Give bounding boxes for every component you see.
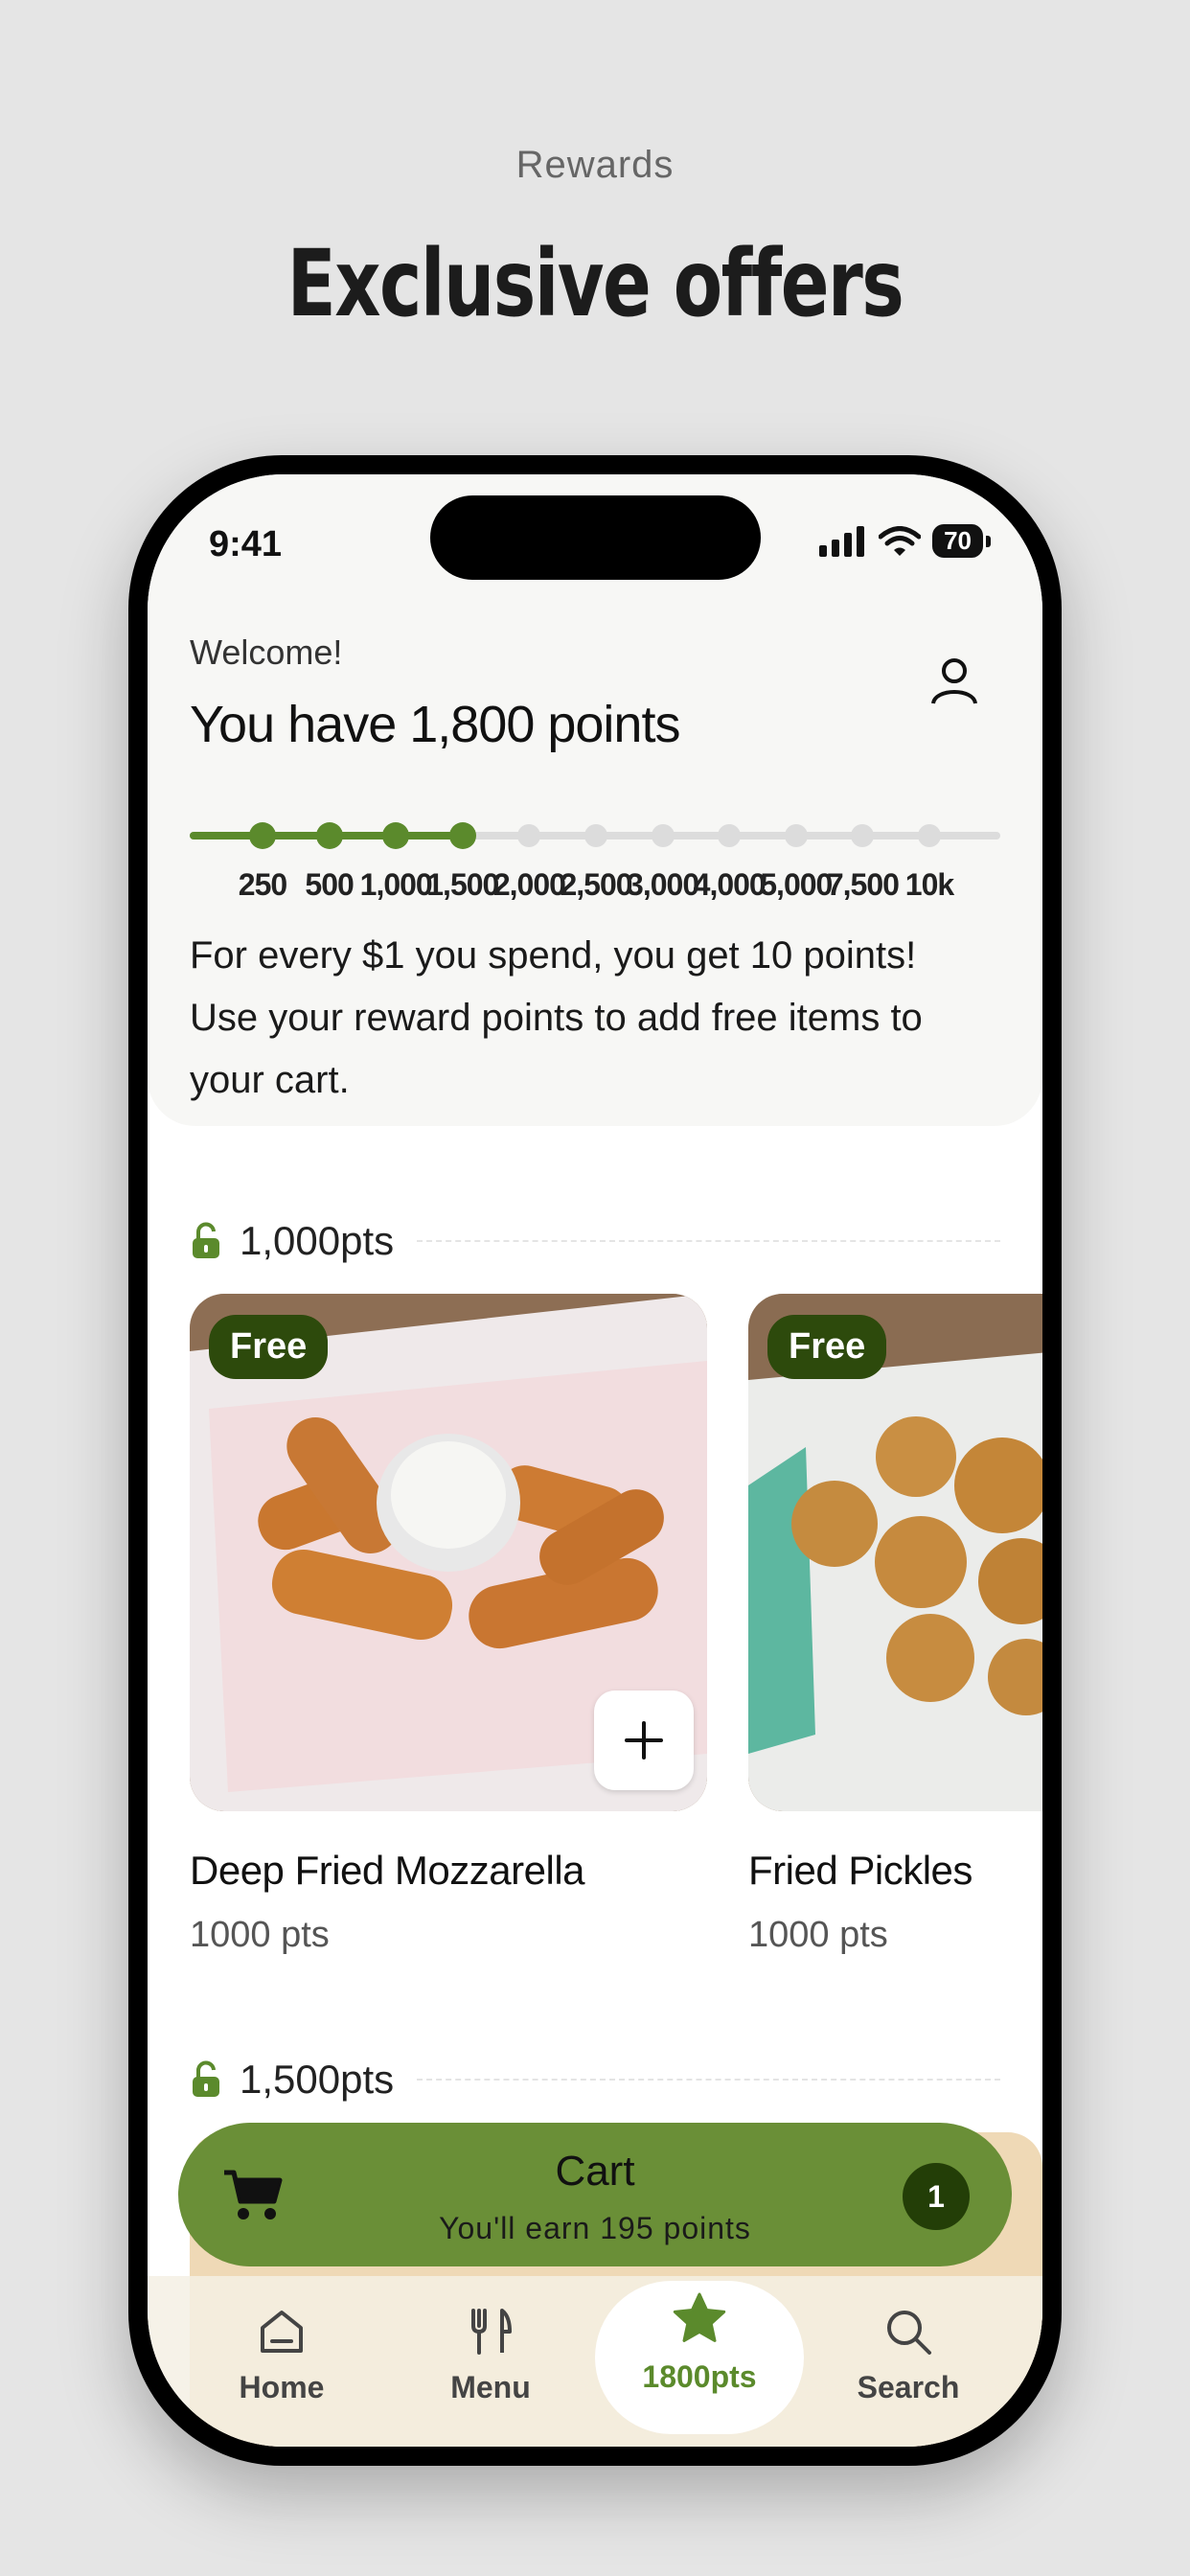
food-image[interactable]: Free	[748, 1294, 1042, 1811]
tier-header-1000: 1,000pts	[190, 1217, 1000, 1265]
promo-subtitle: Rewards	[515, 144, 675, 186]
add-to-cart-button[interactable]	[594, 1690, 694, 1790]
progress-milestone-dot	[651, 824, 675, 847]
progress-milestone-label: 1,000	[359, 867, 433, 902]
cart-earn-text: You'll earn 195 points	[439, 2211, 751, 2245]
cart-title: Cart	[555, 2148, 635, 2195]
points-progress	[190, 810, 1000, 867]
fork-knife-icon	[471, 2309, 512, 2355]
phone-frame: Welcome! You have 1,800 points 250 500 1,0…	[128, 455, 1062, 2466]
tier-divider	[417, 2079, 1000, 2081]
progress-milestone-label: 3,000	[627, 867, 699, 902]
progress-milestone-label: 4,000	[693, 867, 767, 902]
points-description: For every $1 you spend, you get 10 point…	[190, 934, 923, 1101]
promo-title: Exclusive offers	[286, 230, 904, 337]
cart-count-badge: 1	[903, 2163, 970, 2230]
progress-milestone-dot	[918, 824, 941, 847]
plus-icon	[625, 1721, 663, 1760]
progress-milestone-label: 1,500	[426, 867, 499, 902]
welcome-text: Welcome!	[190, 632, 343, 672]
free-badge: Free	[209, 1315, 329, 1379]
tier-label: 1,000pts	[240, 1218, 395, 1263]
signal-icon	[819, 525, 865, 557]
food-image[interactable]: Free	[190, 1294, 707, 1811]
progress-milestone-dot	[851, 824, 875, 847]
progress-milestone-dot	[448, 822, 476, 849]
unlock-icon	[193, 1222, 219, 1258]
search-icon	[887, 2311, 931, 2355]
tab-label: Home	[239, 2370, 325, 2404]
battery-indicator: 70	[932, 524, 991, 558]
app-screen: Welcome! You have 1,800 points 250 500 1,0…	[148, 474, 1042, 2447]
tab-menu[interactable]: Menu	[395, 2295, 586, 2447]
progress-milestone-dot	[315, 822, 343, 849]
progress-milestone-label: 500	[305, 867, 354, 902]
progress-milestone-dot	[382, 822, 410, 849]
progress-milestone-label: 7,500	[826, 867, 900, 902]
dynamic-island	[430, 495, 761, 580]
status-icons: 70	[819, 524, 991, 558]
item-points: 1000 pts	[190, 1915, 330, 1955]
points-balance: You have 1,800 points	[190, 696, 680, 753]
tab-bar: Home Menu 1800pts Search	[148, 2276, 1042, 2447]
progress-milestone-dot	[584, 824, 607, 847]
progress-milestone-label: 2,500	[560, 867, 632, 902]
tab-label: Search	[857, 2370, 960, 2404]
cart-bar[interactable]: Cart You'll earn 195 points 1	[178, 2123, 1012, 2266]
tab-home[interactable]: Home	[186, 2295, 378, 2447]
profile-icon[interactable]	[926, 652, 983, 709]
progress-milestone-dot	[517, 824, 541, 847]
progress-milestone-dot	[784, 824, 808, 847]
tab-label: 1800pts	[642, 2359, 757, 2394]
tab-search[interactable]: Search	[812, 2295, 1004, 2447]
free-badge: Free	[767, 1315, 887, 1379]
wifi-icon	[879, 525, 922, 556]
reward-card[interactable]: Free Deep Fried Mozzarella 1000 pts	[190, 1294, 707, 1956]
item-name: Deep Fried Mozzarella	[190, 1848, 585, 1893]
reward-card[interactable]: Free Fried Pickles 1000 pts	[748, 1294, 1042, 1956]
progress-milestone-dot	[718, 824, 742, 847]
progress-milestone-label: 5,000	[760, 867, 833, 902]
home-icon	[261, 2311, 303, 2353]
progress-tick-labels: 250 500 1,000 1,500 2,000 2,500 3,000 4,000 5,00…	[190, 867, 1000, 906]
progress-milestone-label: 10k	[904, 867, 954, 902]
item-points: 1000 pts	[748, 1915, 888, 1955]
tier-divider	[417, 1240, 1000, 1242]
progress-milestone-label: 250	[238, 867, 287, 902]
progress-milestone-dot	[249, 822, 276, 849]
tier-label: 1,500pts	[240, 2057, 395, 2102]
status-time: 9:41	[209, 524, 283, 564]
unlock-icon	[193, 2060, 219, 2097]
progress-milestone-label: 2,000	[492, 867, 566, 902]
tab-rewards[interactable]: 1800pts	[595, 2281, 804, 2434]
item-name: Fried Pickles	[748, 1848, 973, 1893]
tier-header-1500: 1,500pts	[190, 2056, 1000, 2104]
star-icon	[673, 2292, 726, 2342]
tab-label: Menu	[450, 2370, 531, 2404]
